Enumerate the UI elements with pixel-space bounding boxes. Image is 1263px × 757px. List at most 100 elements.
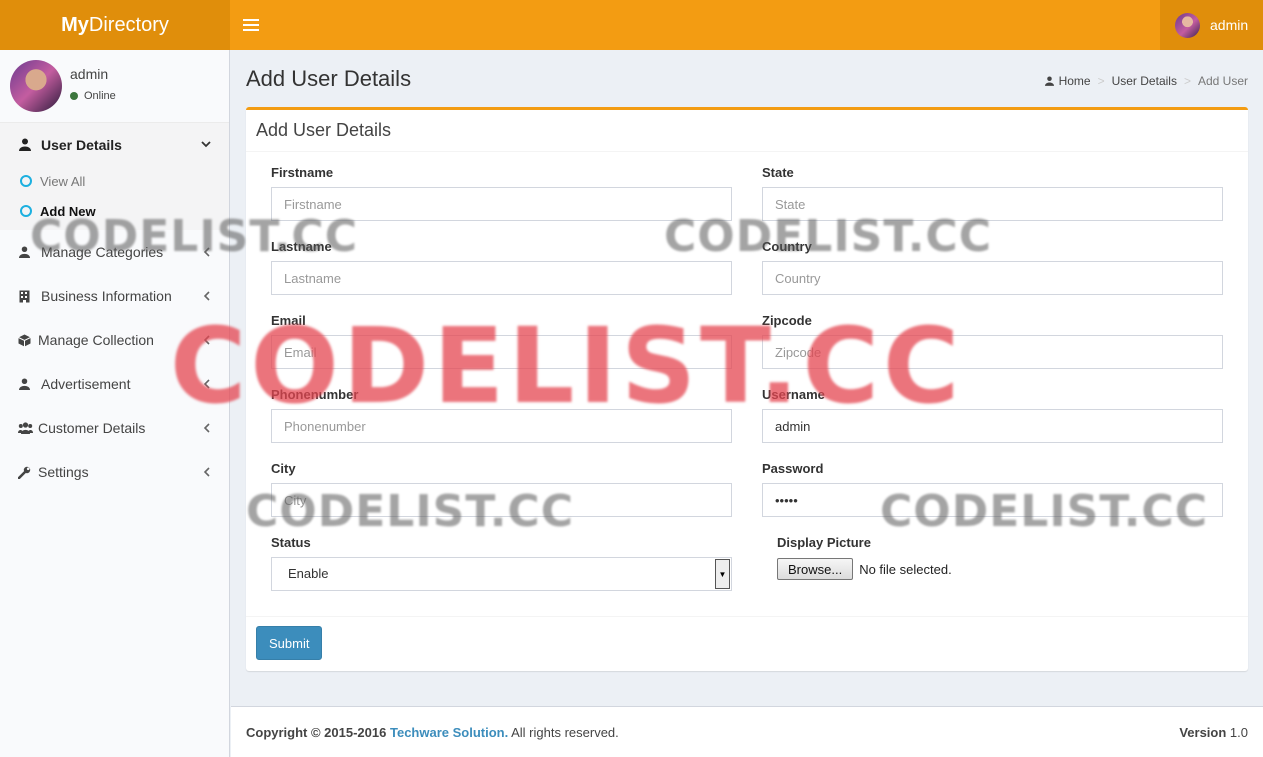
form-title: Add User Details [246, 110, 1248, 152]
firstname-group: Firstname [271, 165, 732, 225]
file-status: No file selected. [859, 561, 952, 577]
breadcrumb: Home > User Details > Add User [1044, 74, 1248, 88]
breadcrumb-home-label: Home [1058, 74, 1091, 88]
page-footer: Copyright © 2015-2016 Techware Solution.… [231, 706, 1263, 757]
status-select[interactable]: Enable ▼ [271, 557, 732, 591]
phonenumber-group: Phonenumber [271, 387, 732, 447]
sidebar-item-add-new[interactable]: Add New [0, 196, 229, 226]
chevron-left-icon [203, 245, 211, 260]
state-input[interactable] [762, 187, 1223, 221]
sidebar-item-business-information[interactable]: Business Information [0, 274, 229, 318]
breadcrumb-current: Add User [1197, 74, 1248, 88]
email-field[interactable] [271, 335, 732, 369]
header-user-name: admin [1210, 17, 1249, 33]
chevron-left-icon [203, 377, 211, 392]
logo-text: Directory [88, 14, 169, 36]
form-footer: Submit [246, 616, 1248, 671]
circle-icon [20, 205, 32, 217]
chevron-left-icon [203, 333, 211, 348]
sidebar-item-label: User Details [41, 136, 122, 153]
sidebar-item-label: Manage Categories [41, 244, 164, 260]
email-label: Email [271, 313, 306, 328]
top-navbar: MyDirectory admin [0, 0, 1263, 50]
copyright: Copyright © 2015-2016 Techware Solution.… [246, 725, 619, 740]
company-link[interactable]: Techware Solution. [390, 725, 508, 740]
country-label: Country [762, 239, 812, 254]
dropdown-arrow-icon[interactable]: ▼ [715, 559, 730, 589]
copyright-text: Copyright © 2015-2016 [246, 724, 387, 740]
avatar [1175, 12, 1200, 38]
state-label: State [762, 165, 794, 180]
sidebar-item-settings[interactable]: Settings [0, 450, 229, 494]
chevron-left-icon [203, 421, 211, 436]
chevron-left-icon [203, 465, 211, 480]
sidebar-user-name: admin [70, 66, 109, 82]
sidebar-item-advertisement[interactable]: Advertisement [0, 362, 229, 406]
sidebar-item-label: View All [40, 173, 86, 189]
sidebar-item-label: Customer Details [38, 420, 146, 436]
lastname-label: Lastname [271, 239, 332, 254]
sidebar-item-label: Advertisement [41, 376, 131, 392]
username-group: Username [762, 387, 1223, 447]
version-number: 1.0 [1229, 724, 1248, 740]
zipcode-input[interactable] [762, 335, 1223, 369]
sidebar-item-label: Add New [40, 203, 96, 219]
sidebar-item-user-details[interactable]: User Details [0, 122, 229, 166]
zipcode-group: Zipcode [762, 313, 1223, 373]
sidebar-toggle-hamburger-icon[interactable] [243, 16, 259, 34]
wrench-icon [18, 466, 31, 479]
password-group: Password [762, 461, 1223, 521]
logo-bold-text: My [61, 14, 89, 36]
username-input[interactable] [762, 409, 1223, 443]
online-dot-icon [70, 92, 78, 100]
status-group: Status Enable ▼ [271, 535, 732, 595]
username-label: Username [762, 387, 825, 402]
city-input[interactable] [271, 483, 732, 517]
state-group: State [762, 165, 1223, 225]
lastname-group: Lastname [271, 239, 732, 299]
sidebar-item-view-all[interactable]: View All [0, 166, 229, 196]
sidebar-item-label: Business Information [41, 288, 172, 304]
sidebar-item-label: Manage Collection [38, 332, 154, 348]
logo[interactable]: MyDirectory [0, 0, 230, 50]
city-label: City [271, 461, 296, 476]
sidebar-item-manage-collection[interactable]: Manage Collection [0, 318, 229, 362]
circle-icon [20, 175, 32, 187]
page-title: Add User Details [246, 66, 412, 91]
user-icon [18, 138, 31, 151]
breadcrumb-home[interactable]: Home [1044, 74, 1091, 88]
zipcode-label: Zipcode [762, 313, 812, 328]
chevron-down-icon [201, 136, 211, 151]
display-picture-label: Display Picture [777, 535, 871, 550]
browse-button[interactable]: Browse... [777, 558, 854, 580]
sidebar-item-manage-categories[interactable]: Manage Categories [0, 230, 229, 274]
user-menu[interactable]: admin [1160, 0, 1263, 50]
version-label: Version [1179, 724, 1227, 740]
building-icon [18, 290, 31, 303]
sidebar-item-label: Settings [38, 464, 89, 480]
cube-icon [18, 334, 31, 347]
lastname-input[interactable] [271, 261, 732, 295]
city-group: City [271, 461, 732, 521]
submit-button[interactable]: Submit [256, 626, 323, 660]
display-picture-group: Display Picture Browse... No file select… [777, 535, 1077, 595]
form-box: Add User Details Firstname Lastname Emai… [246, 107, 1248, 671]
sidebar-item-customer-details[interactable]: Customer Details [0, 406, 229, 450]
chevron-left-icon [203, 289, 211, 304]
breadcrumb-separator: > [1183, 74, 1191, 88]
breadcrumb-user-details[interactable]: User Details [1112, 74, 1177, 88]
country-group: Country [762, 239, 1223, 299]
phonenumber-input[interactable] [271, 409, 732, 443]
phonenumber-label: Phonenumber [271, 387, 359, 402]
firstname-input[interactable] [271, 187, 732, 221]
status-text: Online [84, 90, 116, 102]
user-icon [1044, 76, 1054, 86]
status-label: Status [271, 535, 311, 550]
status-selected-value: Enable [288, 566, 329, 581]
password-input[interactable] [762, 483, 1223, 517]
rights-text: All rights reserved. [511, 724, 619, 740]
status-badge: Online [70, 90, 116, 102]
firstname-label: Firstname [271, 165, 334, 180]
country-input[interactable] [762, 261, 1223, 295]
password-label: Password [762, 461, 824, 476]
